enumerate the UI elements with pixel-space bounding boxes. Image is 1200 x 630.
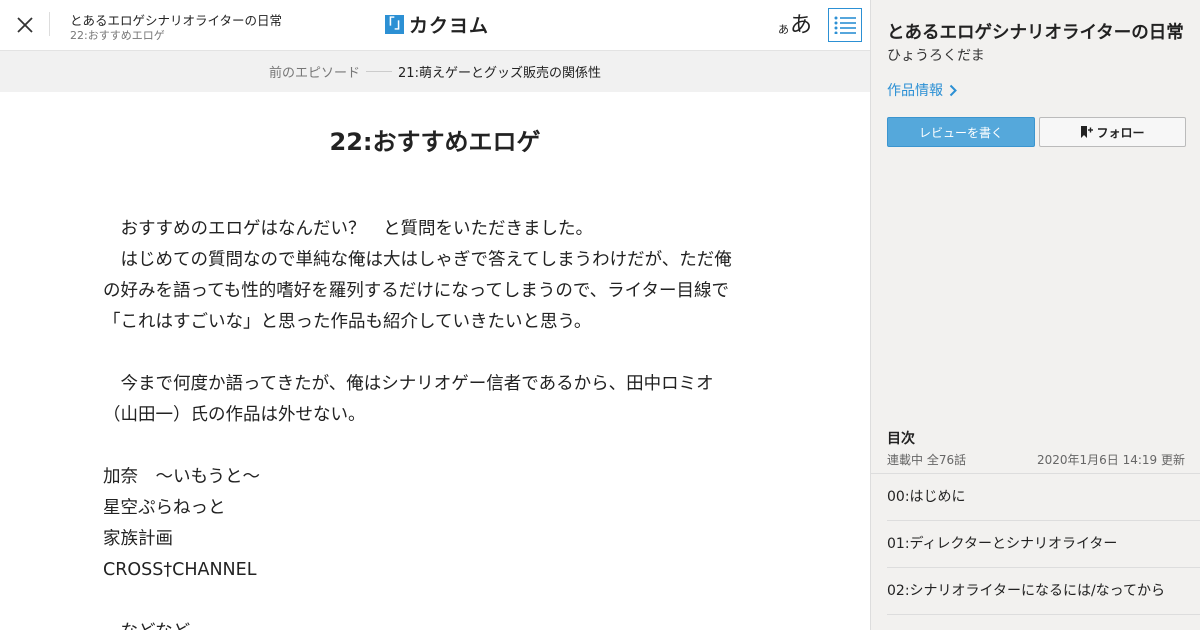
body-paragraph: の好みを語っても性的嗜好を羅列するだけになってしまうので、ライター目線で (103, 281, 729, 301)
toc-list: 00:はじめに 01:ディレクターとシナリオライター 02:シナリオライターになるに… (871, 473, 1200, 615)
toc-item[interactable]: 00:はじめに (887, 474, 1200, 521)
body-paragraph (103, 338, 763, 369)
previous-episode-label[interactable]: 前のエピソード (269, 62, 360, 81)
separator-line (366, 71, 393, 72)
logo-text: カクヨム (409, 14, 490, 37)
last-updated: 2020年1月6日 14:19 更新 (1036, 453, 1185, 467)
follow-button[interactable]: フォロー (1039, 117, 1186, 147)
body-paragraph: はじめての質問なので単純な俺は大はしゃぎで答えてしまうわけだが、ただ俺 (103, 250, 732, 270)
work-info-label: 作品情報 (887, 83, 943, 99)
list-icon (834, 16, 856, 34)
previous-episode-bar: 前のエピソード 21:萌えゲーとグッズ販売の関係性 (0, 51, 870, 92)
kakuyomu-logo[interactable]: 「」 カクヨム (381, 12, 490, 37)
toc-toggle-button[interactable] (828, 8, 862, 42)
episode-subtitle: 22:おすすめエロゲ (70, 29, 165, 42)
body-paragraph: 星空ぷらねっと (103, 498, 226, 518)
episode-title: 22:おすすめエロゲ (329, 128, 541, 156)
close-button[interactable] (14, 14, 36, 36)
body-paragraph: CROSS†CHANNEL (103, 560, 257, 580)
toc-item[interactable]: 01:ディレクターとシナリオライター (887, 521, 1200, 568)
body-paragraph: （山田一）氏の作品は外せない。 (103, 405, 366, 425)
close-icon (17, 17, 33, 33)
body-paragraph (103, 586, 763, 617)
body-paragraph: などなど (103, 617, 763, 630)
body-paragraph: 今まで何度か語ってきたが、俺はシナリオゲー信者であるから、田中ロミオ (103, 374, 714, 394)
body-paragraph: 加奈 ～いもうと～ (103, 467, 260, 487)
follow-label: フォロー (1096, 125, 1145, 140)
body-paragraph: 「これはすごいな」と思った作品も紹介していきたいと思う。 (103, 312, 592, 332)
work-sidebar: とあるエロゲシナリオライターの日常 ひょうろくだま 作品情報 レビューを書く フ… (870, 0, 1200, 630)
author-name[interactable]: ひょうろくだま (887, 45, 985, 65)
chevron-right-icon (949, 84, 957, 96)
body-paragraph: 家族計画 (103, 529, 173, 549)
work-info-link[interactable]: 作品情報 (887, 80, 957, 100)
write-review-button[interactable]: レビューを書く (887, 117, 1035, 147)
font-size-button[interactable]: あ あ (778, 9, 812, 37)
sidebar-work-title[interactable]: とあるエロゲシナリオライターの日常 (887, 19, 1184, 44)
toc-heading: 目次 (887, 431, 915, 447)
serial-status: 連載中 全76話 (887, 453, 967, 467)
font-size-small-glyph: あ (778, 23, 789, 36)
font-size-large-glyph: あ (790, 13, 813, 38)
toc-item[interactable]: 02:シナリオライターになるには/なってから (887, 568, 1200, 615)
divider (49, 12, 50, 36)
body-paragraph (103, 431, 763, 462)
reader-pane: とあるエロゲシナリオライターの日常 22:おすすめエロゲ 「」 カクヨム あ あ… (0, 0, 870, 630)
logo-mark-icon: 「」 (381, 14, 408, 34)
episode-body: おすすめのエロゲはなんだい？ と質問をいただきました。 はじめての質問なので単純… (103, 214, 763, 630)
previous-episode-link[interactable]: 21:萌えゲーとグッズ販売の関係性 (398, 62, 601, 81)
body-paragraph: おすすめのエロゲはなんだい？ と質問をいただきました。 (103, 219, 593, 239)
bookmark-plus-icon (1081, 126, 1094, 138)
top-bar: とあるエロゲシナリオライターの日常 22:おすすめエロゲ 「」 カクヨム あ あ (0, 0, 870, 51)
